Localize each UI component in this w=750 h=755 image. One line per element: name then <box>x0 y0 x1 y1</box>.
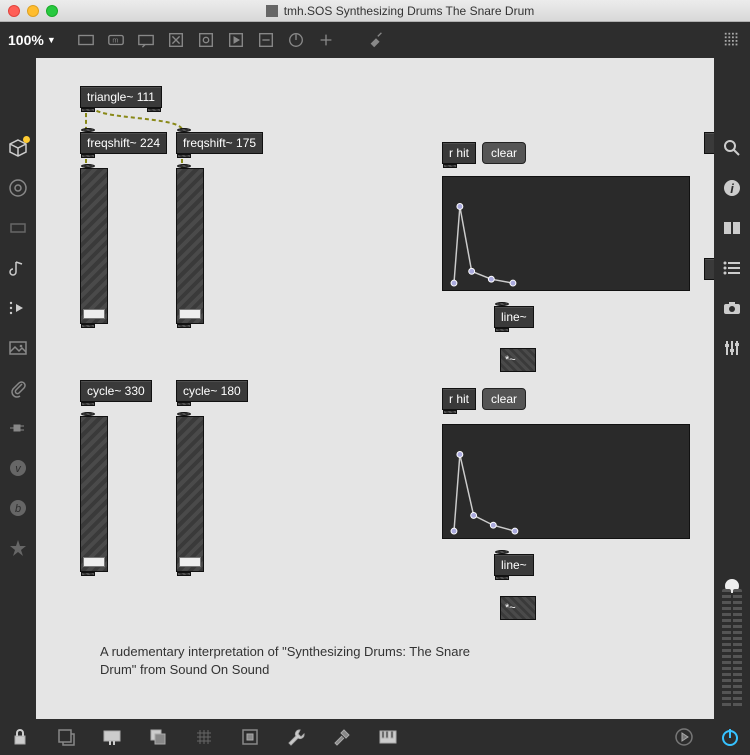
v-circle-icon[interactable]: v <box>8 458 28 478</box>
gain-slider-2[interactable] <box>176 168 204 324</box>
image-icon[interactable] <box>8 338 28 358</box>
object-text: *~ <box>505 602 516 614</box>
camera-icon[interactable] <box>722 298 742 318</box>
b-circle-icon[interactable]: b <box>8 498 28 518</box>
object-freqshift-1[interactable]: freqshift~ 224 <box>80 132 167 154</box>
titlebar: tmh.SOS Synthesizing Drums The Snare Dru… <box>0 0 750 22</box>
right-sidebar: i <box>714 58 750 719</box>
object-cut-2[interactable] <box>704 258 714 280</box>
plus-icon[interactable] <box>316 30 336 50</box>
chevron-down-icon: ▼ <box>47 35 56 45</box>
sliders-icon[interactable] <box>722 338 742 358</box>
caption-line-1: A rudementary interpretation of "Synthes… <box>100 643 500 661</box>
comment-caption: A rudementary interpretation of "Synthes… <box>100 643 500 679</box>
object-line-1[interactable]: line~ <box>494 306 534 328</box>
package-icon[interactable] <box>8 138 28 158</box>
dial-icon[interactable] <box>286 30 306 50</box>
object-text: r hit <box>449 146 469 160</box>
power-icon[interactable] <box>720 727 740 747</box>
star-icon[interactable] <box>8 538 28 558</box>
target-icon[interactable] <box>8 178 28 198</box>
gain-slider-3[interactable] <box>80 416 108 572</box>
object-box-icon[interactable] <box>76 30 96 50</box>
object-text: cycle~ 180 <box>183 384 241 398</box>
zoom-window-button[interactable] <box>46 5 58 17</box>
object-receive-hit-1[interactable]: r hit <box>442 142 476 164</box>
object-cycle-2[interactable]: cycle~ 180 <box>176 380 248 402</box>
wrench-icon[interactable] <box>286 727 306 747</box>
comment-box-icon[interactable] <box>136 30 156 50</box>
zoom-value: 100% <box>8 32 44 48</box>
document-icon <box>266 5 278 17</box>
layers-icon[interactable] <box>148 727 168 747</box>
window-controls <box>8 5 58 17</box>
object-text: line~ <box>501 310 527 324</box>
grid-icon[interactable] <box>722 30 742 50</box>
gain-slider-4[interactable] <box>176 416 204 572</box>
svg-text:i: i <box>730 181 734 196</box>
new-view-icon[interactable] <box>56 727 76 747</box>
list-icon[interactable] <box>722 258 742 278</box>
presentation-icon[interactable] <box>102 727 122 747</box>
plug-icon[interactable] <box>8 418 28 438</box>
object-text: triangle~ 111 <box>87 90 155 104</box>
left-sidebar: v b <box>0 58 36 719</box>
gain-slider-1[interactable] <box>80 168 108 324</box>
minimize-window-button[interactable] <box>27 5 39 17</box>
rect-icon[interactable] <box>8 218 28 238</box>
caption-line-2: Drum" from Sound On Sound <box>100 661 500 679</box>
split-view-icon[interactable] <box>722 218 742 238</box>
note-icon[interactable] <box>8 258 28 278</box>
message-text: clear <box>491 146 517 160</box>
svg-text:m: m <box>112 36 118 45</box>
object-text: *~ <box>505 354 516 366</box>
zoom-control[interactable]: 100% ▼ <box>8 32 62 48</box>
object-line-2[interactable]: line~ <box>494 554 534 576</box>
object-cut-1[interactable] <box>704 132 714 154</box>
info-icon[interactable]: i <box>722 178 742 198</box>
search-icon[interactable] <box>722 138 742 158</box>
output-meter[interactable] <box>722 579 742 719</box>
hammer-icon[interactable] <box>332 727 352 747</box>
paperclip-icon[interactable] <box>8 378 28 398</box>
object-text: freqshift~ 224 <box>87 136 160 150</box>
svg-text:b: b <box>15 503 21 515</box>
object-text: r hit <box>449 392 469 406</box>
object-cycle-1[interactable]: cycle~ 330 <box>80 380 152 402</box>
play-box-icon[interactable] <box>226 30 246 50</box>
piano-icon[interactable] <box>378 727 398 747</box>
play-circle-icon[interactable] <box>674 727 694 747</box>
number-box-icon[interactable] <box>196 30 216 50</box>
x-box-icon[interactable] <box>166 30 186 50</box>
top-icon-row: m <box>76 30 386 50</box>
object-freqshift-2[interactable]: freqshift~ 175 <box>176 132 263 154</box>
function-envelope-1[interactable] <box>442 176 690 291</box>
message-text: clear <box>491 392 517 406</box>
object-text: freqshift~ 175 <box>183 136 256 150</box>
message-clear-2[interactable]: clear <box>482 388 526 410</box>
window-title-text: tmh.SOS Synthesizing Drums The Snare Dru… <box>284 4 535 18</box>
window-title: tmh.SOS Synthesizing Drums The Snare Dru… <box>58 4 742 18</box>
message-clear-1[interactable]: clear <box>482 142 526 164</box>
close-window-button[interactable] <box>8 5 20 17</box>
top-toolbar: 100% ▼ m <box>0 22 750 58</box>
object-triangle[interactable]: triangle~ 111 <box>80 86 162 108</box>
grid-toggle-icon[interactable] <box>194 727 214 747</box>
message-box-icon[interactable]: m <box>106 30 126 50</box>
object-multiply-1[interactable]: *~ <box>500 348 536 372</box>
object-text: cycle~ 330 <box>87 384 145 398</box>
play-sequence-icon[interactable] <box>8 298 28 318</box>
bottom-toolbar <box>0 719 750 755</box>
function-envelope-2[interactable] <box>442 424 690 539</box>
lock-icon[interactable] <box>10 727 30 747</box>
minus-box-icon[interactable] <box>256 30 276 50</box>
paint-icon[interactable] <box>366 30 386 50</box>
object-receive-hit-2[interactable]: r hit <box>442 388 476 410</box>
object-text: line~ <box>501 558 527 572</box>
snap-icon[interactable] <box>240 727 260 747</box>
object-multiply-2[interactable]: *~ <box>500 596 536 620</box>
notification-dot-icon <box>23 136 30 143</box>
patcher-canvas[interactable]: triangle~ 111 freqshift~ 224 freqshift~ … <box>36 58 714 719</box>
